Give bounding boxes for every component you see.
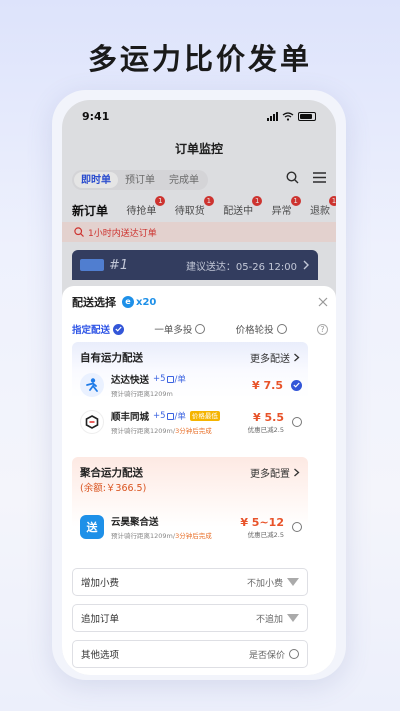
shunfeng-logo-icon [80,410,104,434]
carrier-price: ¥ 5~12 [240,515,284,529]
carrier-distance: 预计骑行距离1209m [111,390,173,398]
vehicle-icon [166,375,174,383]
carrier-row-shunfeng[interactable]: 顺丰同城 +5 /单 价格最低 预计骑行距离1209m/3分钟后完成 ¥ 5.5 [80,405,302,439]
carrier-distance: 预计骑行距离1209m/3分钟后完成 [111,530,240,540]
extra-fee-unit: /单 [174,375,186,385]
more-label: 更多配送 [250,354,290,365]
coin-count: x20 [136,296,157,308]
aggregate-capacity-panel: 聚合运力配送 更多配置 (余额:￥366.5) 送 云昊聚合送 预计骑行距离12… [72,457,308,553]
balance-text: (余额:￥366.5) [80,483,147,494]
delivery-select-sheet: 配送选择 e x20 指定配送 一单多投 价格轮投 ? 自有运力配送 更多配送 … [62,286,336,675]
carrier-price: ¥ 5.5 [253,410,284,424]
carrier-discount: 优惠已减2.5 [247,425,284,434]
radio-checked-icon [113,323,125,335]
panel-title: 自有运力配送 [80,352,143,364]
extra-fee-value: +5 [153,374,166,384]
other-options-row[interactable]: 其他选项 是否保价 [72,640,308,668]
mode-price-rotation[interactable]: 价格轮投 [236,322,287,336]
more-label: 更多配置 [250,469,290,480]
mode-label: 一单多投 [154,325,193,336]
extra-fee: +5 /单 [153,410,186,422]
price-col: ¥ 7.5 [252,379,283,392]
caret-down-icon [287,614,299,622]
phone-screen: 9:41 订单监控 即时单 预订单 完成单 新订单 待抢单 1 待取货 1 配送… [62,100,336,675]
dada-logo-icon [80,373,104,397]
carrier-name-row: 顺丰同城 +5 /单 价格最低 [111,409,248,423]
panel-header: 聚合运力配送 更多配置 [80,465,300,480]
carrier-price: ¥ 7.5 [252,378,283,392]
chevron-right-icon [294,468,300,477]
price-col: ¥ 5.5 优惠已减2.5 [248,411,284,434]
distance-text: 预计骑行距离1209m/ [111,532,176,540]
help-icon[interactable]: ? [316,323,328,335]
append-order-select[interactable]: 追加订单 不追加 [72,604,308,632]
more-delivery-button[interactable]: 更多配送 [250,350,300,365]
extra-fee: +5 /单 [153,373,186,385]
vehicle-icon [166,412,174,420]
sheet-title: 配送选择 [72,296,116,309]
extra-fee-value: +5 [153,411,166,421]
headline: 多运力比价发单 [87,42,312,76]
sheet-header: 配送选择 e x20 [72,294,328,310]
radio-unchecked-icon[interactable] [292,417,302,427]
chevron-right-icon [294,353,300,362]
insurance-radio-icon[interactable] [289,649,299,659]
option-value: 不加小费 [246,578,283,589]
mode-label: 价格轮投 [235,325,274,336]
carrier-name: 顺丰同城 [111,412,150,423]
price-col: ¥ 5~12 优惠已减2.5 [240,516,284,539]
carrier-info: 达达快送 +5 /单 预计骑行距离1209m [111,372,252,398]
carrier-info: 云昊聚合送 预计骑行距离1209m/3分钟后完成 [111,514,240,540]
carrier-row-dada[interactable]: 达达快送 +5 /单 预计骑行距离1209m ¥ 7.5 [80,368,302,402]
mode-designated[interactable]: 指定配送 [72,322,125,336]
panel-header: 自有运力配送 更多配送 [80,350,300,365]
mode-label: 指定配送 [72,325,111,336]
option-label: 增加小费 [81,578,120,589]
more-config-button[interactable]: 更多配置 [250,465,300,480]
lowest-price-badge: 价格最低 [189,411,220,421]
coin-icon: e [122,296,134,308]
carrier-distance: 预计骑行距离1209m/3分钟后完成 [111,425,248,435]
carrier-row-yunhao[interactable]: 送 云昊聚合送 预计骑行距离1209m/3分钟后完成 ¥ 5~12 优惠已减2.… [80,510,302,544]
option-label: 其他选项 [81,650,120,661]
carrier-name-row: 云昊聚合送 [111,514,240,528]
own-capacity-panel: 自有运力配送 更多配送 达达快送 +5 /单 预计骑行距离1209m ¥ 7.5… [72,342,308,442]
panel-title: 聚合运力配送 [80,467,143,479]
extra-fee-unit: /单 [174,412,186,422]
carrier-name: 云昊聚合送 [111,517,159,528]
yunhao-logo-icon: 送 [80,515,104,539]
close-button[interactable] [318,297,328,307]
tip-option-select[interactable]: 增加小费 不加小费 [72,568,308,596]
carrier-name-row: 达达快送 +5 /单 [111,372,252,386]
carrier-name: 达达快送 [111,375,150,386]
option-value: 不追加 [255,614,283,625]
caret-down-icon [287,578,299,586]
option-label: 追加订单 [81,614,120,625]
dispatch-modes: 指定配送 一单多投 价格轮投 ? [72,322,328,336]
eta-text: 3分钟后完成 [175,532,212,540]
mode-multi-post[interactable]: 一单多投 [154,322,206,336]
close-icon [318,297,328,307]
radio-checked-icon[interactable] [291,379,302,391]
radio-unchecked-icon [276,324,287,334]
radio-unchecked-icon[interactable] [292,522,302,532]
carrier-info: 顺丰同城 +5 /单 价格最低 预计骑行距离1209m/3分钟后完成 [111,409,248,435]
option-value: 是否保价 [248,650,285,661]
eta-text: 3分钟后完成 [175,427,212,435]
distance-text: 预计骑行距离1209m/ [111,427,176,435]
carrier-discount: 优惠已减2.5 [247,530,284,539]
radio-unchecked-icon [195,324,206,334]
